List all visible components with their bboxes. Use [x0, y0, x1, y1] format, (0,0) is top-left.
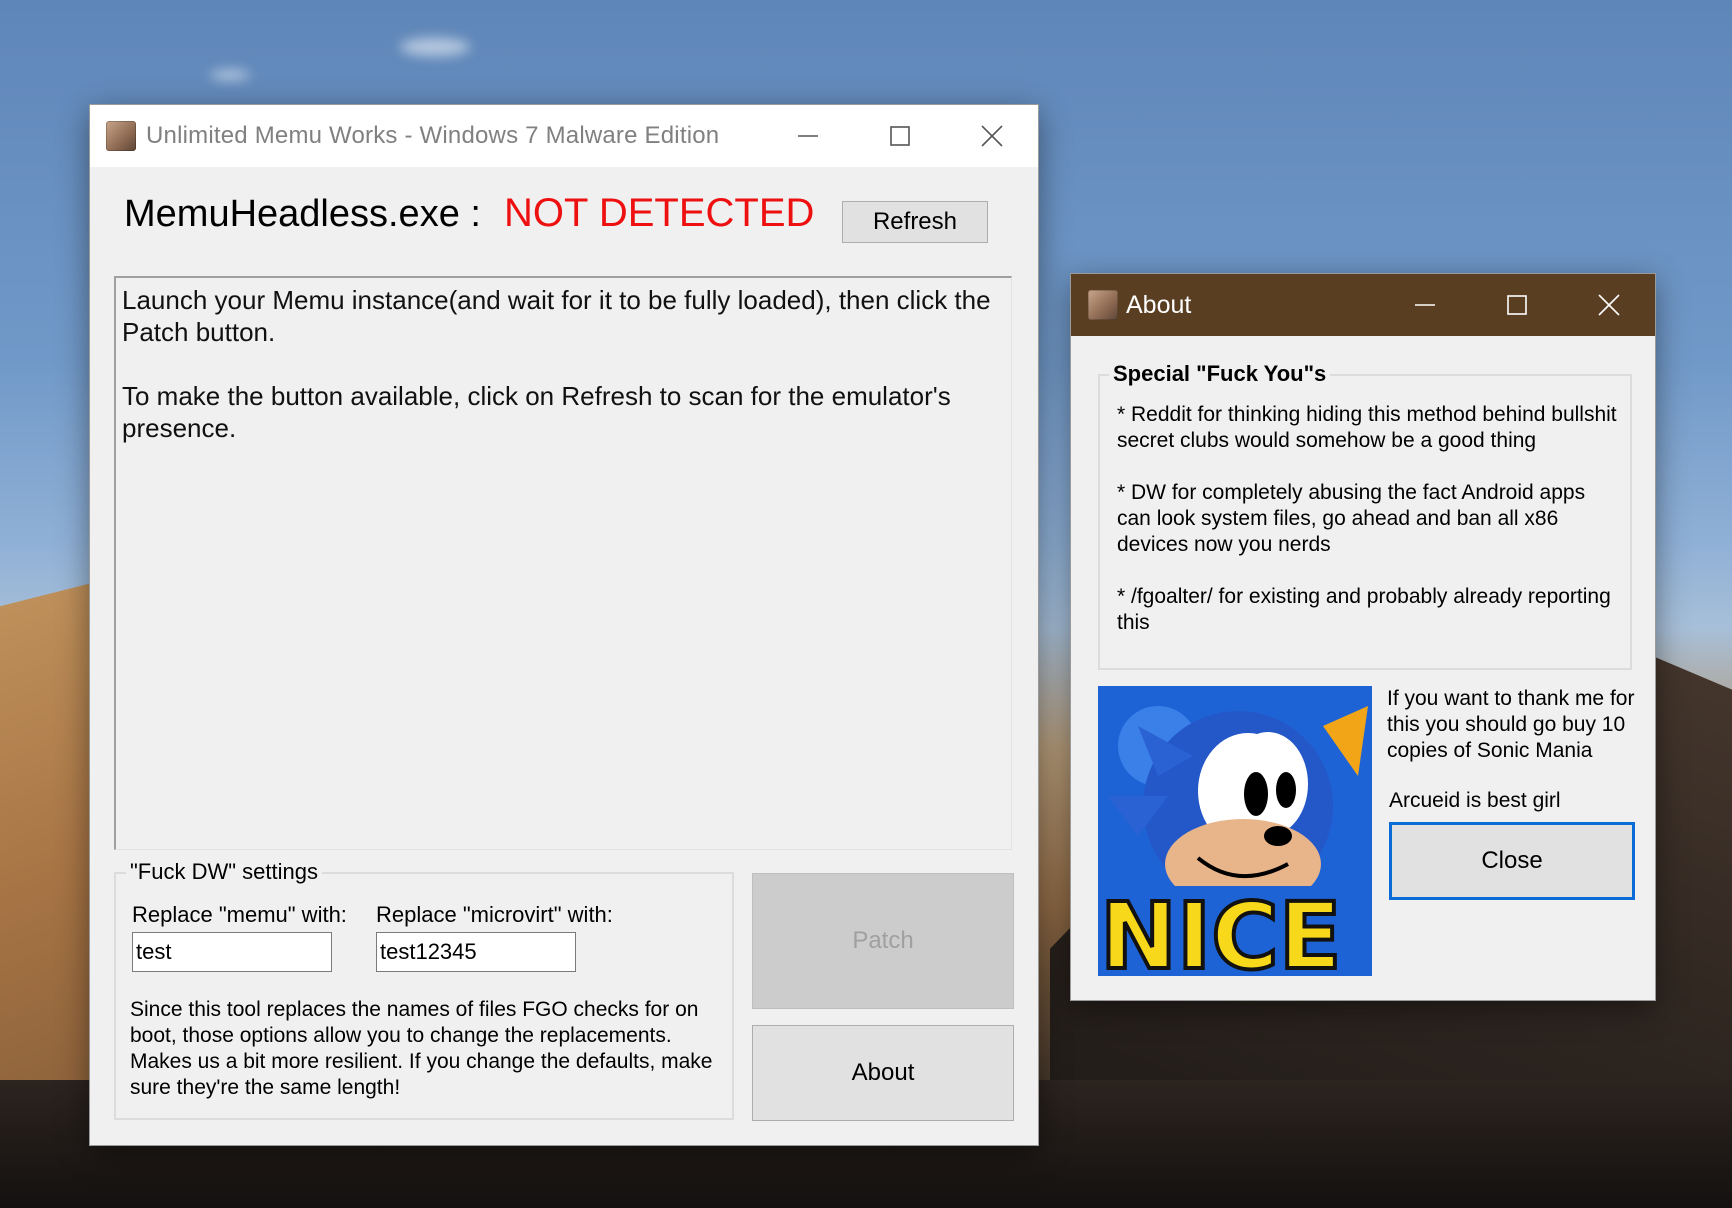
- maximize-icon: [890, 126, 910, 146]
- about-button[interactable]: About: [752, 1025, 1014, 1121]
- best-girl-text: Arcueid is best girl: [1389, 789, 1561, 812]
- cloud: [400, 38, 470, 56]
- minimize-icon: [798, 135, 818, 137]
- close-button[interactable]: Close: [1389, 822, 1635, 900]
- close-icon: [1598, 294, 1620, 316]
- app-icon: [106, 121, 136, 151]
- instructions-textbox[interactable]: Launch your Memu instance(and wait for i…: [114, 276, 1012, 850]
- settings-legend: "Fuck DW" settings: [126, 859, 322, 885]
- nice-caption: NICE: [1100, 883, 1342, 976]
- about-title: About: [1126, 290, 1192, 319]
- main-window: Unlimited Memu Works - Windows 7 Malware…: [90, 105, 1038, 1145]
- about-close-window-button[interactable]: [1563, 274, 1655, 336]
- sonic-nice-image: NICE: [1098, 686, 1372, 976]
- maximize-button[interactable]: [854, 105, 946, 167]
- special-thanks-legend: Special "Fuck You"s: [1109, 361, 1331, 387]
- close-window-button[interactable]: [946, 105, 1038, 167]
- minimize-button[interactable]: [762, 105, 854, 167]
- patch-button[interactable]: Patch: [752, 873, 1014, 1009]
- app-icon: [1088, 290, 1118, 320]
- maximize-icon: [1507, 295, 1527, 315]
- memu-label: Replace "memu" with:: [132, 902, 347, 927]
- about-window: About Special "Fuck You"s * Reddit for t…: [1071, 274, 1655, 1000]
- status-label: MemuHeadless.exe :: [124, 193, 481, 235]
- special-thanks-text: * Reddit for thinking hiding this method…: [1117, 403, 1617, 634]
- microvirt-replacement-input[interactable]: [376, 932, 576, 972]
- about-minimize-button[interactable]: [1379, 274, 1471, 336]
- cloud: [210, 70, 250, 80]
- main-titlebar[interactable]: Unlimited Memu Works - Windows 7 Malware…: [90, 105, 1038, 167]
- microvirt-label: Replace "microvirt" with:: [376, 902, 613, 927]
- about-titlebar[interactable]: About: [1071, 274, 1655, 336]
- about-maximize-button[interactable]: [1471, 274, 1563, 336]
- minimize-icon: [1415, 304, 1435, 306]
- close-icon: [981, 125, 1003, 147]
- memu-replacement-input[interactable]: [132, 932, 332, 972]
- status-value: NOT DETECTED: [504, 191, 815, 235]
- window-title: Unlimited Memu Works - Windows 7 Malware…: [146, 122, 720, 149]
- refresh-button[interactable]: Refresh: [842, 201, 988, 243]
- thanks-text: If you want to thank me for this you sho…: [1387, 687, 1641, 762]
- settings-help-text: Since this tool replaces the names of fi…: [130, 998, 713, 1099]
- sonic-icon: NICE: [1098, 686, 1372, 976]
